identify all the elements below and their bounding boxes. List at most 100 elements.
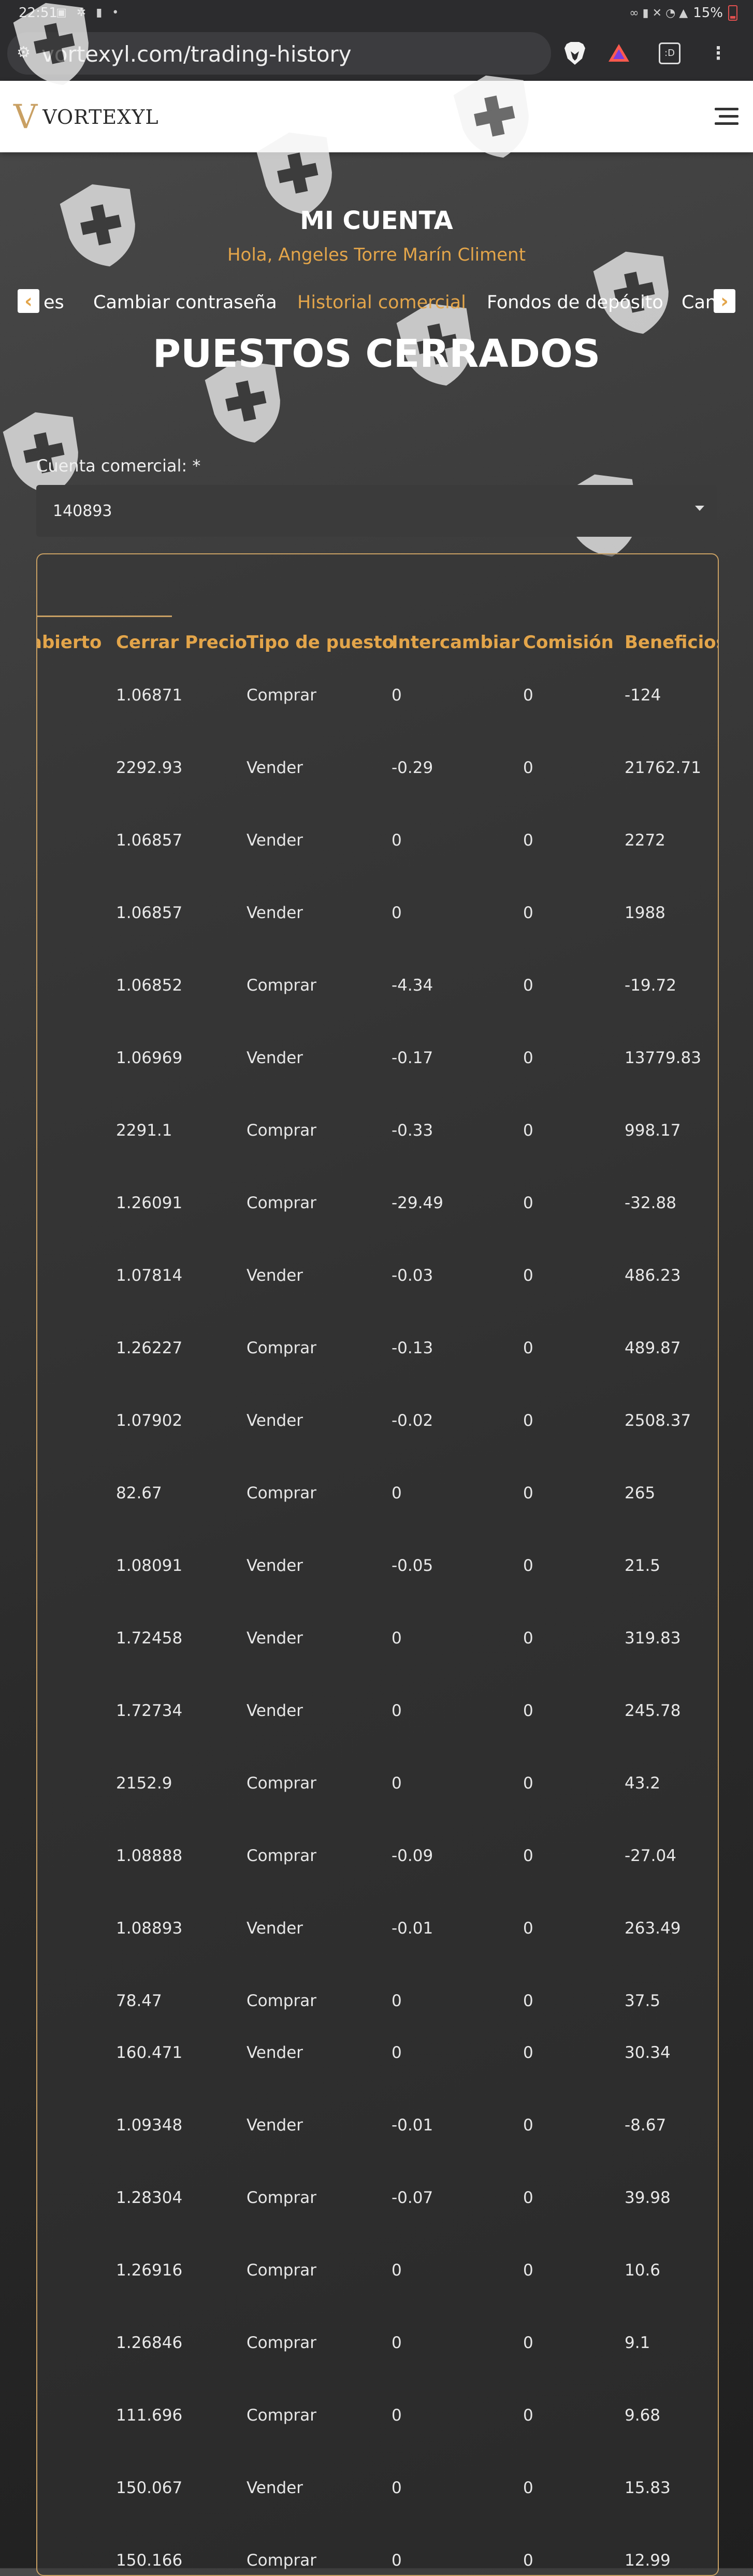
- table-row: 1.06969 Vender -0.17 0 13779.83: [37, 1049, 718, 1080]
- commission-cell: 0: [523, 1121, 533, 1140]
- table-row: 1.26846 Comprar 0 0 9.1: [37, 2334, 718, 2365]
- position-type-cell: Vender: [247, 759, 303, 777]
- profit-cell: -124: [625, 686, 661, 705]
- commission-cell: 0: [523, 2043, 533, 2062]
- table-row: 2152.9 Comprar 0 0 43.2: [37, 1774, 718, 1805]
- caret-down-icon: [695, 506, 704, 511]
- logo[interactable]: V VORTEXYL: [13, 101, 159, 134]
- profit-cell: 39.98: [625, 2188, 671, 2207]
- url-text[interactable]: vortexyl.com/trading-history: [41, 41, 352, 67]
- swap-cell: 0: [392, 1774, 402, 1793]
- profit-cell: 43.2: [625, 1774, 661, 1793]
- commission-cell: 0: [523, 1049, 533, 1067]
- swap-cell: 0: [392, 1484, 402, 1502]
- close-price-cell: 1.26091: [116, 1194, 183, 1212]
- swap-cell: 0: [392, 2261, 402, 2280]
- close-price-cell: 111.696: [116, 2406, 183, 2425]
- close-price-cell: 1.28304: [116, 2188, 183, 2207]
- table-row: 1.07814 Vender -0.03 0 486.23: [37, 1266, 718, 1297]
- commission-cell: 0: [523, 759, 533, 777]
- swap-cell: -0.01: [392, 1919, 433, 1938]
- commission-cell: 0: [523, 1339, 533, 1357]
- position-type-cell: Comprar: [247, 2334, 316, 2352]
- position-type-cell: Vender: [247, 1266, 303, 1285]
- close-price-cell: 1.08091: [116, 1556, 183, 1575]
- position-type-cell: Vender: [247, 1411, 303, 1430]
- commission-cell: 0: [523, 1847, 533, 1865]
- swap-cell: 0: [392, 2406, 402, 2425]
- swap-cell: -0.03: [392, 1266, 433, 1285]
- position-type-cell: Comprar: [247, 686, 316, 705]
- close-price-cell: 2152.9: [116, 1774, 172, 1793]
- commission-cell: 0: [523, 2261, 533, 2280]
- close-price-cell: 1.09348: [116, 2116, 183, 2135]
- swap-cell: -0.29: [392, 759, 433, 777]
- swap-cell: 0: [392, 686, 402, 705]
- position-type-cell: Comprar: [247, 1847, 316, 1865]
- rewards-icon[interactable]: [606, 40, 632, 66]
- close-price-cell: 150.067: [116, 2479, 183, 2497]
- nav-item-partial-right[interactable]: Can: [682, 292, 717, 313]
- swap-cell: 0: [392, 904, 402, 922]
- profit-cell: 21762.71: [625, 759, 701, 777]
- nav-item-change-password[interactable]: Cambiar contraseña: [93, 292, 277, 313]
- address-bar[interactable]: ⚙ vortexyl.com/trading-history: [7, 32, 551, 75]
- profit-cell: 15.83: [625, 2479, 671, 2497]
- position-type-cell: Vender: [247, 1049, 303, 1067]
- commission-cell: 0: [523, 686, 533, 705]
- swap-cell: -0.07: [392, 2188, 433, 2207]
- commission-cell: 0: [523, 2551, 533, 2570]
- commission-cell: 0: [523, 1774, 533, 1793]
- brave-icon[interactable]: [562, 40, 588, 66]
- close-price-cell: 1.72458: [116, 1629, 183, 1648]
- account-select-label: Cuenta comercial: *: [36, 456, 201, 476]
- swap-cell: 0: [392, 2334, 402, 2352]
- close-price-cell: 1.06857: [116, 831, 183, 850]
- column-header-profit: Beneficios: [625, 632, 719, 653]
- table-scroll-indicator[interactable]: [37, 616, 172, 617]
- swap-cell: -4.34: [392, 976, 433, 995]
- swap-cell: -0.05: [392, 1556, 433, 1575]
- nav-item-deposit-funds[interactable]: Fondos de depósito: [487, 292, 663, 313]
- page-title: MI CUENTA: [300, 206, 453, 235]
- profit-cell: 2508.37: [625, 1411, 691, 1430]
- column-header-close-price: Cerrar Precio: [116, 632, 248, 653]
- table-row: 1.06871 Comprar 0 0 -124: [37, 686, 718, 717]
- tune-icon[interactable]: ⚙: [17, 44, 31, 62]
- close-price-cell: 150.166: [116, 2551, 183, 2570]
- commission-cell: 0: [523, 1484, 533, 1502]
- table-row: 1.08893 Vender -0.01 0 263.49: [37, 1919, 718, 1950]
- clock: 22:51: [19, 5, 57, 21]
- profit-cell: 265: [625, 1484, 656, 1502]
- position-type-cell: Comprar: [247, 2406, 316, 2425]
- position-type-cell: Comprar: [247, 1194, 316, 1212]
- profit-cell: -19.72: [625, 976, 676, 995]
- browser-toolbar: ⚙ vortexyl.com/trading-history :D ⋮: [0, 27, 753, 81]
- tab-count: :D: [659, 42, 680, 64]
- status-bar: 22:51 ▣ ✲ ▮ • ∞ ▮ ✕ ◔ ▲ 15%: [0, 0, 753, 27]
- close-price-cell: 1.06852: [116, 976, 183, 995]
- chevron-right-icon[interactable]: ›: [714, 289, 735, 313]
- commission-cell: 0: [523, 2406, 533, 2425]
- table-row: 111.696 Comprar 0 0 9.68: [37, 2406, 718, 2437]
- commission-cell: 0: [523, 1266, 533, 1285]
- hamburger-icon[interactable]: [715, 108, 738, 125]
- close-price-cell: 1.72734: [116, 1701, 183, 1720]
- position-type-cell: Comprar: [247, 2261, 316, 2280]
- chevron-left-icon[interactable]: ‹: [18, 289, 39, 313]
- table-row: 1.06857 Vender 0 0 1988: [37, 904, 718, 935]
- trades-table[interactable]: abierto Cerrar Precio Tipo de puesto Int…: [36, 553, 719, 2576]
- position-type-cell: Vender: [247, 904, 303, 922]
- table-row: 78.47 Comprar 0 0 37.5: [37, 1992, 718, 2023]
- kebab-menu-icon[interactable]: ⋮: [705, 40, 731, 66]
- close-price-cell: 2292.93: [116, 759, 183, 777]
- table-row: 1.09348 Vender -0.01 0 -8.67: [37, 2116, 718, 2147]
- nav-item-partial-left[interactable]: es: [44, 292, 64, 313]
- close-price-cell: 1.26916: [116, 2261, 183, 2280]
- tabs-icon[interactable]: :D: [657, 40, 683, 66]
- nav-item-trading-history[interactable]: Historial comercial: [297, 292, 466, 313]
- profit-cell: 486.23: [625, 1266, 681, 1285]
- close-price-cell: 1.08893: [116, 1919, 183, 1938]
- logo-text: VORTEXYL: [42, 106, 159, 128]
- account-select[interactable]: 140893: [36, 485, 717, 537]
